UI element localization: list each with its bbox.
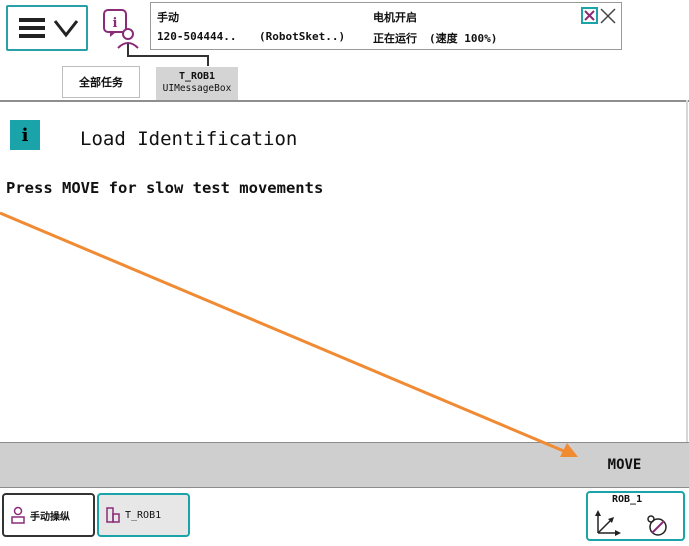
main-menu-button[interactable] bbox=[6, 5, 88, 51]
close-icon bbox=[581, 7, 616, 24]
header-divider bbox=[0, 100, 689, 102]
controller-name: 120-504444.. bbox=[157, 30, 237, 43]
motor-state: 电机开启 bbox=[373, 11, 417, 24]
svg-text:i: i bbox=[113, 16, 118, 31]
task-icon bbox=[106, 507, 120, 523]
move-button[interactable]: MOVE bbox=[560, 443, 689, 487]
tab-connector-line bbox=[127, 44, 209, 66]
tab-t-rob1[interactable]: T_ROB1 UIMessageBox bbox=[156, 67, 238, 100]
taskbar-jog-button[interactable]: 手动操纵 bbox=[2, 493, 95, 537]
message-body: Press MOVE for slow test movements bbox=[6, 179, 324, 197]
system-name: (RobotSket..) bbox=[259, 30, 346, 43]
tab-task-label: T_ROB1 bbox=[178, 71, 216, 82]
speed-text: (速度 100%) bbox=[429, 32, 498, 45]
status-panel[interactable]: 手动 120-504444.. (RobotSket..) 电机开启 正在运行 … bbox=[150, 2, 622, 50]
content-right-border bbox=[686, 100, 688, 442]
tab-all-tasks[interactable]: 全部任务 bbox=[62, 66, 140, 98]
close-button[interactable] bbox=[580, 7, 620, 25]
taskbar-task-label: T_ROB1 bbox=[125, 509, 162, 521]
taskbar-task-button[interactable]: T_ROB1 bbox=[97, 493, 190, 537]
message-title: Load Identification bbox=[80, 128, 298, 150]
mode-text: 手动 bbox=[157, 11, 179, 24]
jog-icon bbox=[11, 506, 25, 524]
run-state: 正在运行 bbox=[373, 32, 417, 45]
move-button-label: MOVE bbox=[607, 457, 642, 473]
info-icon: i bbox=[10, 120, 40, 150]
tab-all-tasks-label: 全部任务 bbox=[79, 76, 123, 89]
quickset-robot-label: ROB_1 bbox=[612, 494, 643, 505]
tab-module-label: UIMessageBox bbox=[162, 83, 232, 94]
taskbar-jog-label: 手动操纵 bbox=[30, 511, 70, 523]
hamburger-chevron-icon bbox=[19, 18, 79, 38]
